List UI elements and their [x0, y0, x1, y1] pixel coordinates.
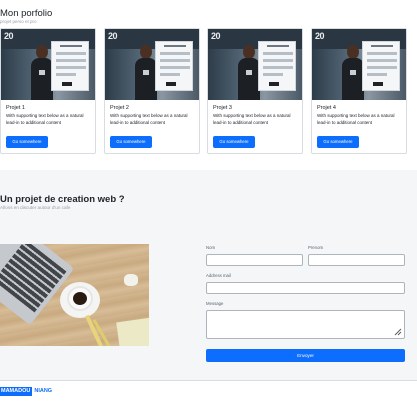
portfolio-section: Mon porfolio projet perso et pro 20 Proj… [0, 0, 417, 170]
nom-label: Nom [206, 245, 216, 250]
social-links [387, 396, 406, 401]
card-title: Projet 2 [110, 105, 129, 111]
project-image: 20 [105, 29, 199, 100]
message-label: Message [206, 301, 224, 306]
web-project-title: Un projet de creation web ? [0, 194, 125, 205]
resize-handle-icon[interactable] [394, 328, 402, 336]
portfolio-title: Mon porfolio [0, 8, 53, 19]
card-text: With supporting text below as a natural … [110, 113, 188, 125]
go-somewhere-button[interactable]: Go somewhere [110, 136, 152, 148]
email-field[interactable] [206, 282, 405, 294]
project-card: 20 Projet 1 With supporting text below a… [0, 28, 96, 154]
prenom-field[interactable] [308, 254, 405, 266]
project-image: 20 [208, 29, 302, 100]
web-project-section: Un projet de creation web ? Allons en di… [0, 170, 417, 380]
project-card: 20 Projet 4 With supporting text below a… [311, 28, 407, 154]
logo-first-name: MAMADOU [0, 387, 33, 396]
email-label: Address mail [206, 273, 231, 278]
web-project-subtitle: Allons en discuter autour d'un cafe [0, 205, 71, 210]
card-text: With supporting text below as a natural … [213, 113, 291, 125]
card-text: With supporting text below as a natural … [6, 113, 84, 125]
card-title: Projet 3 [213, 105, 232, 111]
project-image: 20 [1, 29, 95, 100]
prenom-label: Prenom [308, 245, 324, 250]
image-graffiti-text: 20 [4, 31, 14, 41]
card-title: Projet 4 [317, 105, 336, 111]
desk-photo [0, 244, 149, 346]
linkedin-icon[interactable] [387, 396, 392, 401]
project-card: 20 Projet 2 With supporting text below a… [104, 28, 200, 154]
card-title: Projet 1 [6, 105, 25, 111]
project-card: 20 Projet 3 With supporting text below a… [207, 28, 303, 154]
twitter-icon[interactable] [401, 396, 406, 401]
nom-field[interactable] [206, 254, 303, 266]
image-graffiti-text: 20 [108, 31, 118, 41]
portfolio-subtitle: projet perso et pro [0, 19, 37, 24]
logo[interactable]: MAMADOU NIANG [0, 387, 52, 396]
card-text: With supporting text below as a natural … [317, 113, 395, 125]
go-somewhere-button[interactable]: Go somewhere [6, 136, 48, 148]
envoyer-button[interactable]: Envoyer [206, 349, 405, 362]
message-textarea[interactable] [206, 310, 405, 339]
go-somewhere-button[interactable]: Go somewhere [317, 136, 359, 148]
image-graffiti-text: 20 [211, 31, 221, 41]
project-image: 20 [312, 29, 406, 100]
go-somewhere-button[interactable]: Go somewhere [213, 136, 255, 148]
footer: MAMADOU NIANG [0, 380, 417, 403]
logo-last-name: NIANG [34, 388, 53, 394]
image-graffiti-text: 20 [315, 31, 325, 41]
facebook-icon[interactable] [394, 396, 399, 401]
